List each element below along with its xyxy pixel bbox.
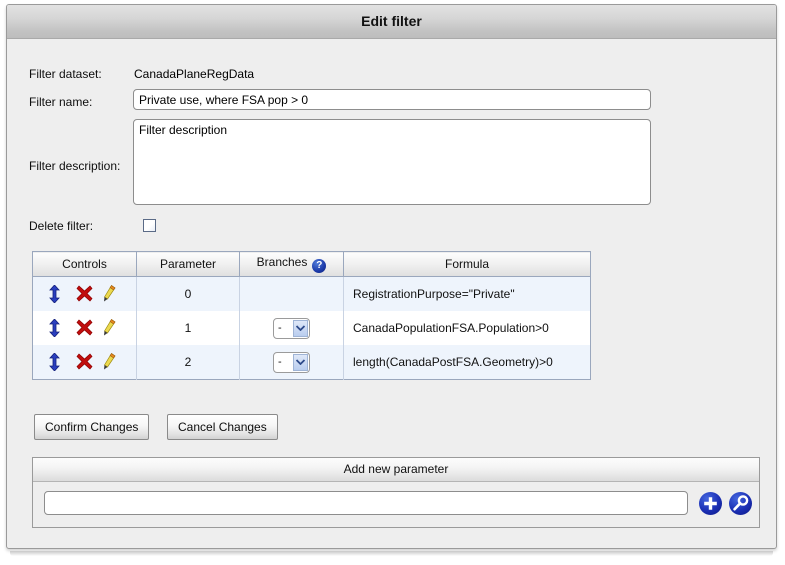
row-controls-cell (32, 276, 137, 311)
row-formula-value: length(CanadaPostFSA.Geometry)>0 (343, 345, 591, 380)
move-updown-icon[interactable] (49, 353, 66, 371)
edit-row-icon[interactable] (103, 319, 120, 337)
row-parameter-value: 1 (136, 311, 240, 345)
delete-row-icon[interactable] (76, 285, 93, 303)
add-new-parameter-title: Add new parameter (33, 458, 759, 482)
branch-select[interactable]: - (273, 317, 310, 339)
parameters-table: Controls Parameter Branches? Formula 0 R… (32, 251, 591, 380)
chevron-down-icon (293, 353, 308, 371)
delete-row-icon[interactable] (76, 319, 93, 337)
page-title: Edit filter (361, 13, 422, 29)
column-header-branches-label: Branches (256, 255, 308, 269)
delete-row-icon[interactable] (76, 353, 93, 371)
row-formula-value: RegistrationPurpose="Private" (343, 276, 591, 311)
window-title-bar: Edit filter (7, 5, 776, 39)
window-drop-shadow (10, 551, 773, 556)
row-branches-cell (239, 276, 344, 311)
move-updown-icon[interactable] (49, 319, 66, 337)
row-controls-cell (32, 345, 137, 380)
column-header-branches: Branches? (239, 251, 344, 277)
table-row: 2 - length(CanadaPostFSA.Geometry)>0 (32, 345, 591, 380)
delete-filter-checkbox[interactable] (143, 219, 156, 232)
cancel-changes-button[interactable]: Cancel Changes (167, 414, 278, 440)
filter-name-label: Filter name: (29, 95, 93, 109)
delete-filter-label: Delete filter: (29, 219, 94, 233)
filter-description-textarea[interactable]: Filter description (133, 119, 651, 205)
row-parameter-value: 0 (136, 276, 240, 311)
filter-description-label: Filter description: (29, 159, 121, 173)
row-parameter-value: 2 (136, 345, 240, 380)
edit-filter-window: Edit filter Filter dataset: CanadaPlaneR… (6, 4, 777, 549)
add-icon[interactable] (699, 492, 722, 515)
edit-row-icon[interactable] (103, 285, 120, 303)
branch-select-value: - (278, 355, 282, 368)
table-row: 1 - CanadaPopulationFSA.Population>0 (32, 311, 591, 345)
confirm-changes-button[interactable]: Confirm Changes (34, 414, 150, 440)
chevron-down-icon (293, 319, 308, 337)
table-header-row: Controls Parameter Branches? Formula (32, 251, 591, 277)
column-header-formula: Formula (343, 251, 591, 277)
filter-dataset-value: CanadaPlaneRegData (134, 67, 255, 81)
row-formula-value: CanadaPopulationFSA.Population>0 (343, 311, 591, 345)
column-header-controls: Controls (32, 251, 137, 277)
filter-form: Filter dataset: CanadaPlaneRegData Filte… (7, 39, 776, 548)
move-updown-icon[interactable] (49, 285, 66, 303)
add-new-parameter-input[interactable] (44, 491, 688, 515)
row-controls-cell (32, 311, 137, 345)
table-row: 0 RegistrationPurpose="Private" (32, 276, 591, 311)
row-branches-cell: - (239, 311, 344, 345)
row-branches-cell: - (239, 345, 344, 380)
help-icon[interactable]: ? (312, 259, 327, 273)
add-new-parameter-panel: Add new parameter (32, 457, 760, 528)
edit-row-icon[interactable] (103, 353, 120, 371)
search-icon[interactable] (729, 492, 752, 515)
filter-dataset-label: Filter dataset: (29, 67, 102, 81)
branch-select[interactable]: - (273, 351, 310, 373)
branch-select-value: - (278, 321, 282, 334)
filter-name-input[interactable] (133, 89, 651, 110)
column-header-parameter: Parameter (136, 251, 240, 277)
